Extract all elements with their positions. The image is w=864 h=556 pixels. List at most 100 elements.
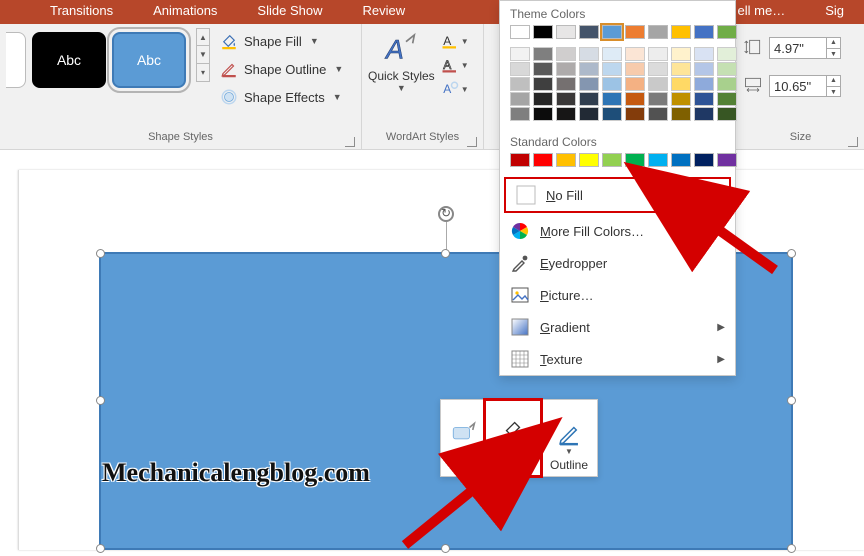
tab-slideshow[interactable]: Slide Show (237, 0, 342, 24)
theme-color-swatch[interactable] (671, 25, 691, 39)
theme-color-swatch[interactable] (717, 25, 737, 39)
theme-shade-swatch[interactable] (602, 47, 622, 61)
standard-color-swatch[interactable] (671, 153, 691, 167)
resize-handle-w[interactable] (96, 396, 105, 405)
text-outline-button[interactable]: A ▼ (441, 56, 469, 74)
mini-fill-button[interactable]: ▼ Fill (485, 400, 541, 476)
theme-shade-swatch[interactable] (579, 77, 599, 91)
standard-color-swatch[interactable] (579, 153, 599, 167)
theme-shade-swatch[interactable] (694, 77, 714, 91)
theme-shade-swatch[interactable] (671, 77, 691, 91)
gallery-scroll-down[interactable]: ▼ (196, 46, 210, 64)
standard-color-swatch[interactable] (533, 153, 553, 167)
theme-shade-swatch[interactable] (694, 47, 714, 61)
theme-shade-swatch[interactable] (579, 107, 599, 121)
theme-shade-swatch[interactable] (556, 107, 576, 121)
theme-shade-swatch[interactable] (671, 62, 691, 76)
theme-shade-swatch[interactable] (648, 77, 668, 91)
no-fill-option[interactable]: No Fill (504, 177, 731, 213)
dialog-launcher-icon[interactable] (345, 137, 355, 147)
dialog-launcher-icon[interactable] (467, 137, 477, 147)
spinner-up-icon[interactable]: ▲ (826, 37, 840, 48)
theme-shade-swatch[interactable] (533, 77, 553, 91)
theme-color-swatch[interactable] (625, 25, 645, 39)
theme-shade-swatch[interactable] (717, 47, 737, 61)
spinner-down-icon[interactable]: ▼ (826, 86, 840, 97)
standard-color-swatch[interactable] (625, 153, 645, 167)
theme-color-swatch[interactable] (602, 25, 622, 39)
standard-color-swatch[interactable] (648, 153, 668, 167)
theme-shade-swatch[interactable] (648, 92, 668, 106)
gradient-option[interactable]: Gradient ▶ (500, 311, 735, 343)
theme-shade-swatch[interactable] (533, 92, 553, 106)
gallery-scroll-up[interactable]: ▲ (196, 28, 210, 46)
theme-shade-swatch[interactable] (533, 107, 553, 121)
resize-handle-e[interactable] (787, 396, 796, 405)
theme-shade-swatch[interactable] (625, 107, 645, 121)
theme-shade-swatch[interactable] (510, 77, 530, 91)
quick-styles-button[interactable]: A Quick Styles ▼ (368, 30, 435, 93)
standard-color-swatch[interactable] (694, 153, 714, 167)
theme-color-swatch[interactable] (579, 25, 599, 39)
theme-shade-swatch[interactable] (625, 77, 645, 91)
theme-shade-swatch[interactable] (648, 47, 668, 61)
theme-shade-swatch[interactable] (625, 47, 645, 61)
theme-shade-swatch[interactable] (579, 62, 599, 76)
theme-shade-swatch[interactable] (625, 62, 645, 76)
shape-style-preset-prev[interactable] (6, 32, 26, 88)
theme-shade-swatch[interactable] (556, 62, 576, 76)
resize-handle-n[interactable] (441, 249, 450, 258)
mini-outline-button[interactable]: ▼ Outline (541, 400, 597, 476)
theme-shade-swatch[interactable] (717, 62, 737, 76)
theme-shade-swatch[interactable] (533, 62, 553, 76)
resize-handle-se[interactable] (787, 544, 796, 553)
theme-shade-swatch[interactable] (556, 47, 576, 61)
resize-handle-ne[interactable] (787, 249, 796, 258)
text-fill-button[interactable]: A ▼ (441, 32, 469, 50)
theme-shade-swatch[interactable] (602, 92, 622, 106)
tab-review[interactable]: Review (342, 0, 425, 24)
spinner-down-icon[interactable]: ▼ (826, 48, 840, 59)
theme-shade-swatch[interactable] (717, 77, 737, 91)
theme-shade-swatch[interactable] (556, 92, 576, 106)
theme-shade-swatch[interactable] (602, 62, 622, 76)
theme-color-swatch[interactable] (648, 25, 668, 39)
theme-shade-swatch[interactable] (671, 47, 691, 61)
theme-shade-swatch[interactable] (510, 107, 530, 121)
theme-shade-swatch[interactable] (694, 62, 714, 76)
theme-color-swatch[interactable] (694, 25, 714, 39)
theme-color-swatch[interactable] (533, 25, 553, 39)
theme-shade-swatch[interactable] (694, 107, 714, 121)
shape-effects-button[interactable]: Shape Effects ▼ (216, 86, 347, 108)
theme-shade-swatch[interactable] (602, 77, 622, 91)
theme-color-swatch[interactable] (556, 25, 576, 39)
rotate-handle[interactable] (438, 206, 454, 222)
mini-style-button[interactable]: ▼ Style (441, 400, 485, 476)
resize-handle-nw[interactable] (96, 249, 105, 258)
standard-color-swatch[interactable] (510, 153, 530, 167)
tab-transitions[interactable]: Transitions (30, 0, 133, 24)
texture-option[interactable]: Texture ▶ (500, 343, 735, 375)
theme-shade-swatch[interactable] (648, 62, 668, 76)
theme-shade-swatch[interactable] (510, 92, 530, 106)
standard-color-swatch[interactable] (556, 153, 576, 167)
theme-shade-swatch[interactable] (717, 92, 737, 106)
theme-shade-swatch[interactable] (510, 47, 530, 61)
theme-shade-swatch[interactable] (533, 47, 553, 61)
theme-shade-swatch[interactable] (579, 47, 599, 61)
shape-style-preset-blue-selected[interactable]: Abc (112, 32, 186, 88)
theme-shade-swatch[interactable] (602, 107, 622, 121)
standard-color-swatch[interactable] (717, 153, 737, 167)
theme-shade-swatch[interactable] (671, 92, 691, 106)
shape-style-preset-black[interactable]: Abc (32, 32, 106, 88)
standard-color-swatch[interactable] (602, 153, 622, 167)
gallery-more-button[interactable]: ▾ (196, 64, 210, 82)
theme-shade-swatch[interactable] (717, 107, 737, 121)
theme-shade-swatch[interactable] (648, 107, 668, 121)
theme-color-swatch[interactable] (510, 25, 530, 39)
shape-height-input[interactable]: 4.97" ▲▼ (769, 37, 841, 59)
theme-shade-swatch[interactable] (579, 92, 599, 106)
tab-animations[interactable]: Animations (133, 0, 237, 24)
dialog-launcher-icon[interactable] (848, 137, 858, 147)
theme-shade-swatch[interactable] (671, 107, 691, 121)
